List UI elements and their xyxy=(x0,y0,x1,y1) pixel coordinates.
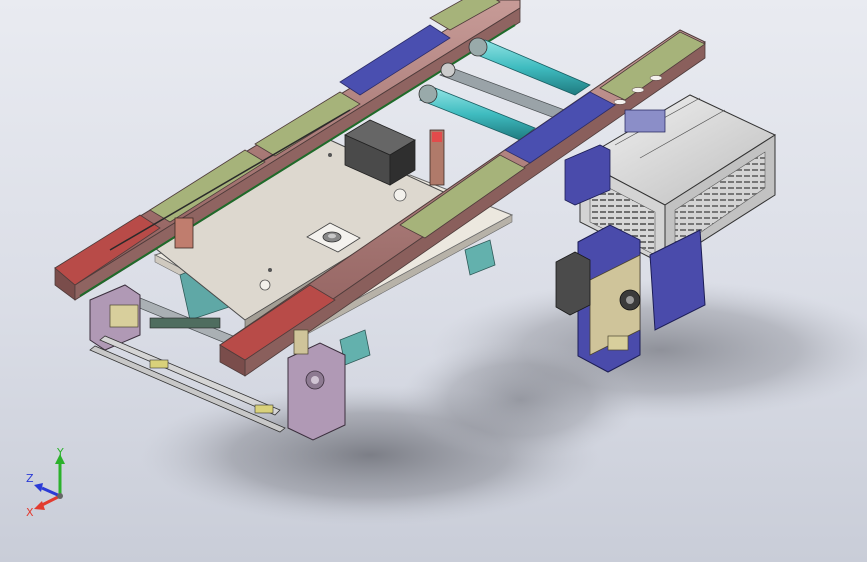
y-axis-arrow xyxy=(55,454,65,496)
x-axis-arrow xyxy=(34,494,61,510)
z-axis-label: Z xyxy=(26,472,34,485)
cad-model-viewport[interactable] xyxy=(0,0,867,562)
y-axis-label: Y xyxy=(56,448,64,459)
triad-origin xyxy=(57,493,63,499)
z-axis-arrow xyxy=(34,483,61,498)
servo-motor-right[interactable] xyxy=(555,251,591,316)
end-bracket-left[interactable] xyxy=(287,329,346,441)
coordinate-triad: Y Z X xyxy=(26,448,65,519)
x-axis-label: X xyxy=(26,506,34,519)
